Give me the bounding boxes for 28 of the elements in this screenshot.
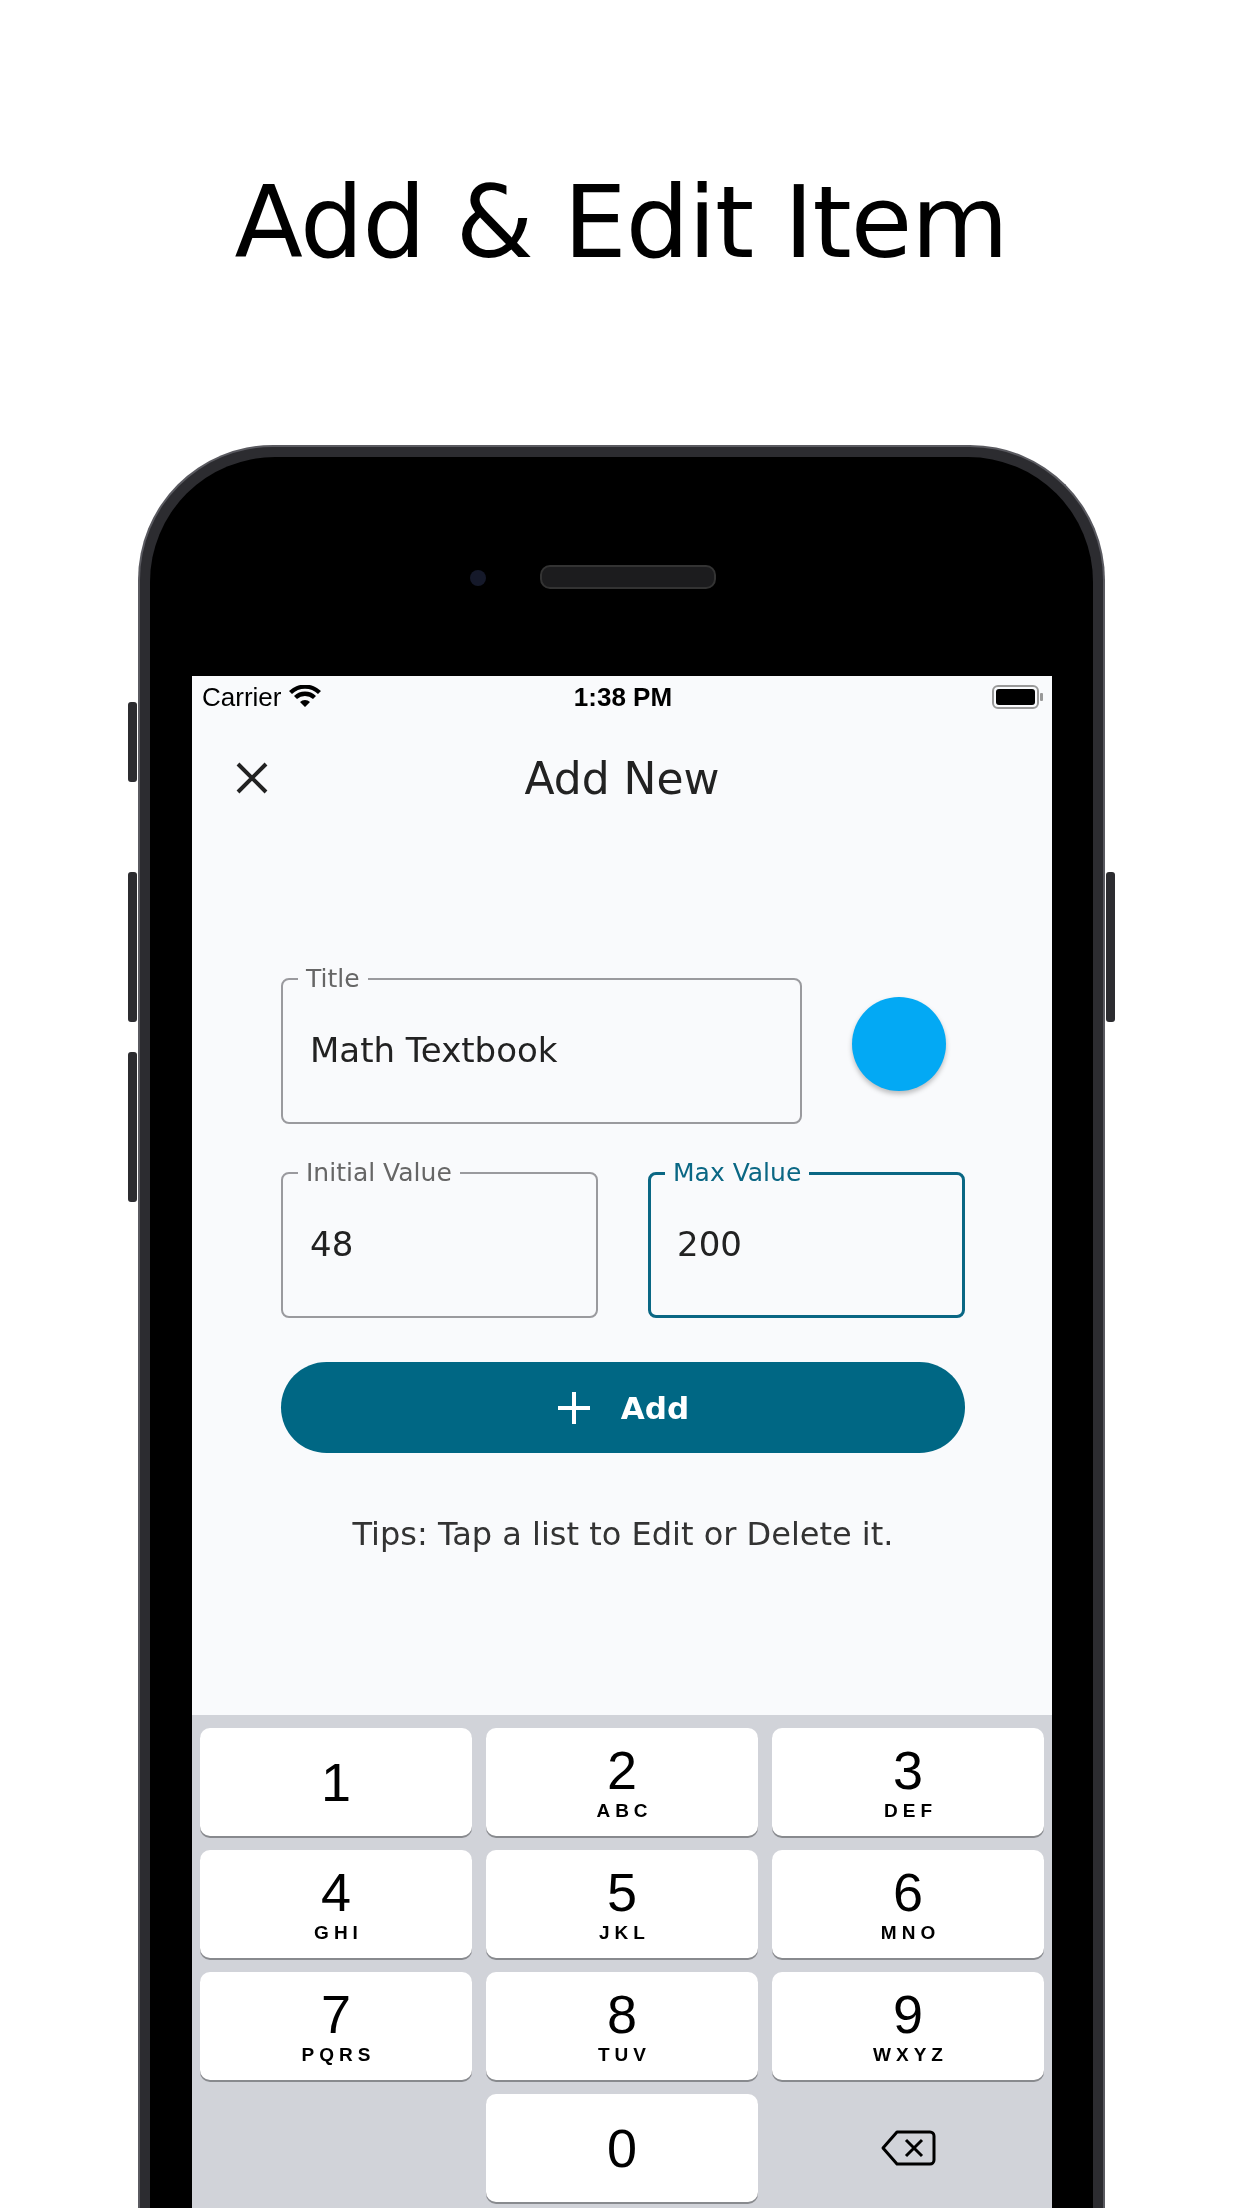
camera-icon [470, 570, 486, 586]
carrier-label: Carrier [202, 681, 282, 713]
keypad-key[interactable]: 6 MNO [772, 1850, 1044, 1958]
battery-icon [992, 684, 1044, 710]
field-value: Math Textbook [310, 1030, 559, 1070]
color-swatch[interactable] [852, 997, 946, 1091]
field-label: Initial Value [305, 1158, 453, 1188]
keypad-key[interactable]: 2 ABC [486, 1728, 758, 1836]
field-label: Max Value [672, 1158, 803, 1188]
keypad-key[interactable]: 5 JKL [486, 1850, 758, 1958]
tip-text: Tips: Tap a list to Edit or Delete it. [351, 1515, 895, 1553]
field-label: Title [305, 964, 361, 994]
field-value: 200 [677, 1224, 743, 1264]
wifi-icon [289, 685, 322, 709]
keypad-key[interactable]: 7 PQRS [200, 1972, 472, 2080]
keypad-key[interactable]: 4 GHI [200, 1850, 472, 1958]
keypad-key[interactable]: 0 [486, 2094, 758, 2202]
keypad-key[interactable]: 9 WXYZ [772, 1972, 1044, 2080]
add-button[interactable]: Add [281, 1362, 965, 1453]
keypad-key[interactable]: 1 [200, 1728, 472, 1836]
status-time: 1:38 PM [573, 681, 673, 713]
keypad-key[interactable]: 8 TUV [486, 1972, 758, 2080]
field-value: 48 [310, 1224, 355, 1264]
screen-title: Add New [524, 752, 720, 804]
keypad-key[interactable]: 3 DEF [772, 1728, 1044, 1836]
page-heading: Add & Edit Item [234, 164, 1008, 281]
backspace-icon [880, 2129, 936, 2167]
plus-icon [556, 1390, 591, 1425]
